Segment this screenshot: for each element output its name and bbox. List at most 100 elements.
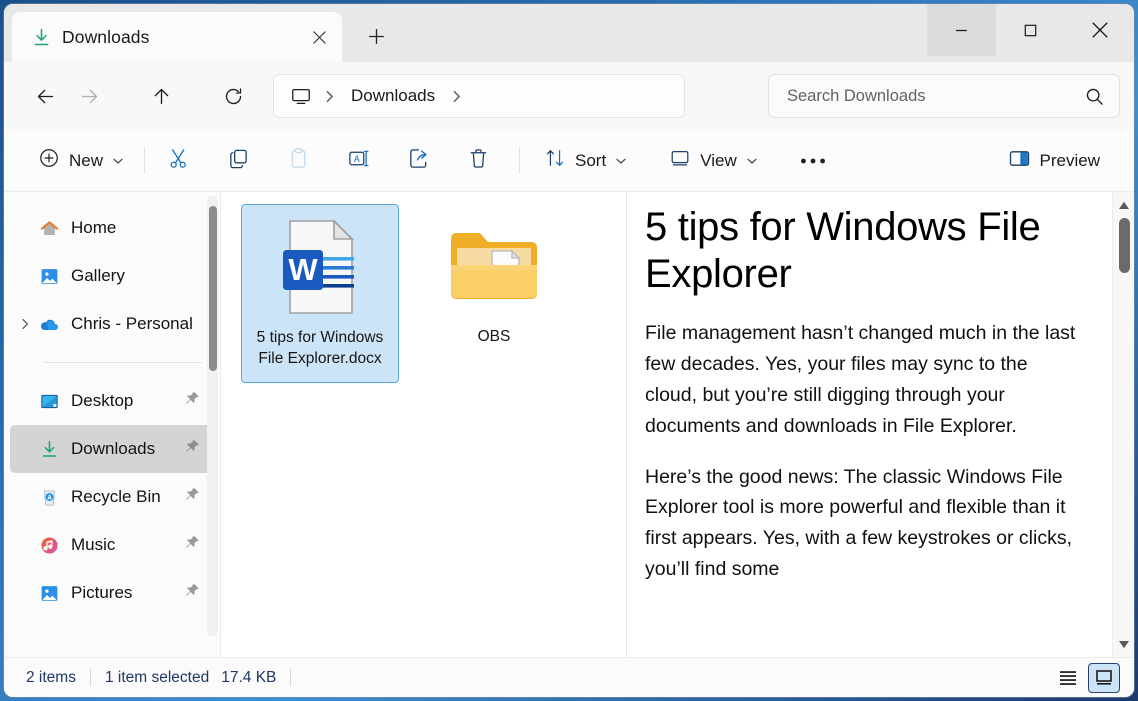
desktop-icon (38, 390, 60, 412)
preview-pane-icon (1008, 147, 1031, 175)
toolbar-divider (144, 148, 145, 174)
toolbar-divider-2 (519, 148, 520, 174)
sidebar-item-label: Home (71, 218, 116, 238)
copy-icon (227, 147, 250, 175)
paste-button (275, 141, 321, 181)
pin-icon[interactable] (185, 487, 200, 507)
paste-icon (287, 147, 310, 175)
details-view-button[interactable] (1052, 663, 1084, 693)
search-icon[interactable] (1083, 85, 1105, 107)
sidebar-scrollbar-thumb[interactable] (209, 206, 217, 371)
preview-paragraph: File management hasn’t changed much in t… (645, 318, 1078, 441)
download-icon (30, 26, 52, 48)
forward-button (68, 75, 110, 117)
tab-downloads[interactable]: Downloads (12, 12, 342, 62)
monitor-icon[interactable] (290, 85, 312, 107)
scissors-icon (167, 147, 190, 175)
search-input[interactable] (787, 87, 1083, 106)
back-button[interactable] (24, 75, 66, 117)
rename-button[interactable]: A (335, 141, 381, 181)
delete-button[interactable] (455, 141, 501, 181)
breadcrumb-current[interactable]: Downloads (347, 86, 439, 106)
maximize-button[interactable] (996, 4, 1065, 56)
svg-text:W: W (288, 252, 318, 287)
window-controls (927, 4, 1134, 56)
status-divider (90, 669, 91, 686)
file-explorer-window: Downloads (4, 4, 1134, 697)
navigation-sidebar: Home Gallery (4, 192, 220, 657)
sidebar-item-label: Desktop (71, 391, 133, 411)
sidebar-item-gallery[interactable]: Gallery (10, 252, 212, 300)
copy-button[interactable] (215, 141, 261, 181)
new-button[interactable]: New (28, 141, 134, 181)
chevron-down-icon[interactable] (615, 155, 627, 167)
sidebar-item-chris-personal[interactable]: Chris - Personal (10, 300, 212, 348)
preview-scrollbar[interactable] (1112, 192, 1134, 657)
pictures-icon (38, 582, 60, 604)
chevron-down-icon[interactable] (112, 155, 124, 167)
up-button[interactable] (140, 75, 182, 117)
refresh-button[interactable] (212, 75, 254, 117)
selection-count: 1 item selected (105, 669, 209, 687)
minimize-button[interactable] (927, 4, 996, 56)
svg-text:A: A (353, 153, 359, 163)
view-toggle-group (1052, 663, 1124, 693)
navigation-bar: Downloads (4, 62, 1134, 130)
preview-label: Preview (1040, 151, 1100, 171)
view-label: View (700, 151, 737, 171)
breadcrumb-chevron-end-icon[interactable] (445, 90, 468, 103)
home-icon (38, 217, 60, 239)
cut-button[interactable] (155, 141, 201, 181)
sidebar-item-recycle-bin[interactable]: Recycle Bin (10, 473, 212, 521)
folder-icon (446, 214, 542, 318)
sidebar-item-downloads[interactable]: Downloads (10, 425, 212, 473)
file-item-folder[interactable]: OBS (415, 204, 573, 383)
preview-content: 5 tips for Windows File Explorer File ma… (627, 192, 1112, 657)
onedrive-icon (38, 313, 60, 335)
sort-button[interactable]: Sort (534, 141, 637, 181)
scroll-down-icon[interactable] (1115, 635, 1133, 653)
chevron-down-icon[interactable] (746, 155, 758, 167)
file-item-label: 5 tips for Windows File Explorer.docx (248, 327, 392, 370)
file-list[interactable]: W 5 tips for Windows File Explorer.docx (220, 192, 626, 657)
plus-circle-icon (38, 147, 60, 174)
share-button[interactable] (395, 141, 441, 181)
scroll-up-icon[interactable] (1115, 196, 1133, 214)
see-more-button[interactable] (790, 141, 836, 181)
share-icon (407, 147, 430, 175)
sidebar-item-desktop[interactable]: Desktop (10, 377, 212, 425)
status-bar: 2 items 1 item selected 17.4 KB (4, 657, 1134, 697)
new-tab-button[interactable] (356, 16, 396, 56)
file-item-word-document[interactable]: W 5 tips for Windows File Explorer.docx (241, 204, 399, 383)
close-button[interactable] (1065, 4, 1134, 56)
pin-icon[interactable] (185, 535, 200, 555)
large-icons-view-button[interactable] (1088, 663, 1120, 693)
title-bar: Downloads (4, 4, 1134, 62)
search-box[interactable] (768, 74, 1120, 118)
sidebar-item-pictures[interactable]: Pictures (10, 569, 212, 617)
sidebar-scrollbar[interactable] (207, 196, 218, 636)
item-count: 2 items (26, 669, 76, 687)
chevron-right-icon[interactable] (16, 315, 34, 333)
main-body: Home Gallery (4, 192, 1134, 657)
sidebar-item-label: Gallery (71, 266, 125, 286)
pin-icon[interactable] (185, 439, 200, 459)
selection-size: 17.4 KB (221, 669, 276, 687)
sidebar-item-music[interactable]: Music (10, 521, 212, 569)
rename-icon: A (347, 147, 370, 175)
breadcrumb[interactable]: Downloads (273, 74, 685, 118)
sidebar-item-home[interactable]: Home (10, 204, 212, 252)
new-label: New (69, 151, 103, 171)
ellipsis-icon (800, 152, 826, 170)
sort-icon (544, 147, 566, 174)
preview-button[interactable]: Preview (998, 141, 1110, 181)
close-tab-icon[interactable] (302, 20, 336, 54)
pin-icon[interactable] (185, 583, 200, 603)
pin-icon[interactable] (185, 391, 200, 411)
preview-paragraph: Here’s the good news: The classic Window… (645, 462, 1078, 585)
command-bar: New (4, 130, 1134, 192)
sidebar-separator (44, 362, 202, 363)
view-button[interactable]: View (659, 141, 768, 181)
breadcrumb-chevron-icon[interactable] (318, 90, 341, 103)
preview-scrollbar-thumb[interactable] (1119, 218, 1130, 273)
